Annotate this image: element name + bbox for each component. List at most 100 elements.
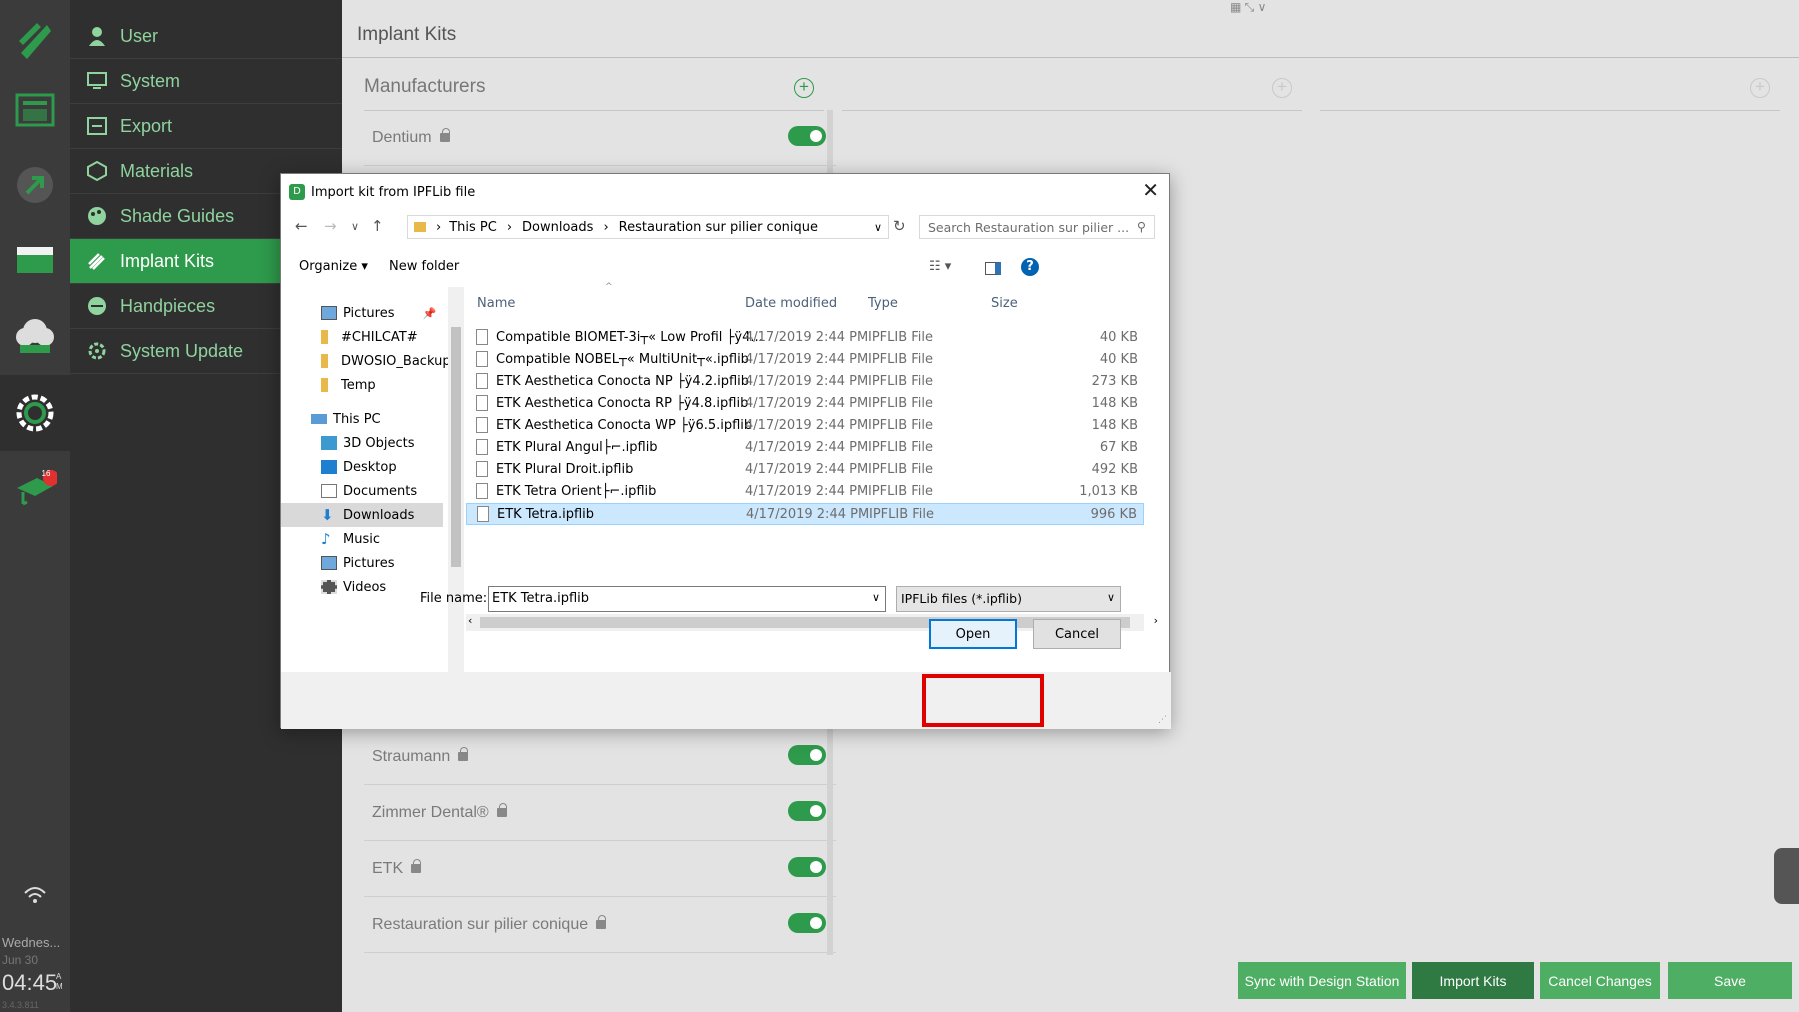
tree-item-this-pc[interactable]: This PC bbox=[311, 407, 381, 431]
tree-item-downloads[interactable]: ⬇ Downloads bbox=[281, 503, 443, 527]
chevron-down-icon[interactable]: ∨ bbox=[1107, 591, 1115, 604]
enable-toggle[interactable] bbox=[788, 745, 826, 765]
breadcrumb-downloads[interactable]: Downloads bbox=[522, 220, 593, 235]
tree-item-temp[interactable]: Temp bbox=[321, 373, 376, 397]
nav-item-export[interactable]: Export bbox=[70, 104, 342, 149]
file-type-select[interactable]: IPFLib files (*.ipflib) ∨ bbox=[896, 586, 1121, 612]
import-kits-button[interactable]: Import Kits bbox=[1412, 962, 1534, 999]
refresh-icon[interactable]: ↻ bbox=[893, 217, 906, 235]
col-date-modified[interactable]: Date modified bbox=[745, 287, 837, 320]
nav-item-user[interactable]: User bbox=[70, 14, 342, 59]
forward-arrow-icon[interactable]: → bbox=[324, 217, 337, 235]
chevron-down-icon[interactable]: ∨ bbox=[872, 591, 880, 604]
back-arrow-icon[interactable]: ← bbox=[295, 217, 308, 235]
nav-label: System bbox=[120, 70, 181, 91]
enable-toggle[interactable] bbox=[788, 857, 826, 877]
open-button[interactable]: Open bbox=[929, 619, 1017, 649]
enable-toggle[interactable] bbox=[788, 913, 826, 933]
scroll-left-icon[interactable]: ‹ bbox=[468, 614, 472, 627]
search-input[interactable]: Search Restauration sur pilier ... ⚲ bbox=[919, 215, 1155, 239]
folder-icon bbox=[321, 354, 328, 368]
col-name[interactable]: Name bbox=[477, 287, 515, 320]
col-type[interactable]: Type bbox=[868, 287, 898, 320]
view-options-icon[interactable]: ☷ ▾ bbox=[929, 259, 951, 274]
file-row[interactable]: Compatible BIOMET-3i┬« Low Profil ├ÿ4...… bbox=[466, 327, 1144, 349]
breadcrumb-this-pc[interactable]: This PC bbox=[449, 220, 497, 235]
settings-gear-icon[interactable] bbox=[0, 375, 70, 451]
side-handle-icon[interactable] bbox=[1774, 848, 1799, 904]
tree-item-dwosio-backup[interactable]: DWOSIO_Backup bbox=[321, 349, 451, 373]
close-icon[interactable]: ✕ bbox=[1142, 178, 1159, 202]
file-row[interactable]: ETK Aesthetica Conocta RP ├ÿ4.8.ipflib 4/… bbox=[466, 393, 1144, 415]
file-size: 492 KB bbox=[1091, 462, 1138, 477]
file-row[interactable]: ETK Tetra Orient├⌐.ipflib 4/17/2019 2:44 … bbox=[466, 481, 1144, 503]
tree-item-music[interactable]: ♪ Music bbox=[321, 527, 380, 551]
organize-menu[interactable]: Organize ▾ bbox=[299, 259, 368, 274]
add-kit-button[interactable]: + bbox=[1272, 78, 1292, 98]
preview-pane-icon[interactable] bbox=[985, 262, 1001, 275]
address-dropdown-icon[interactable]: ∨ bbox=[874, 221, 882, 234]
nav-item-system[interactable]: System bbox=[70, 59, 342, 104]
palette-icon bbox=[86, 205, 108, 227]
sync-button[interactable]: Sync with Design Station bbox=[1238, 962, 1406, 999]
file-row[interactable]: ETK Plural Angul├⌐.ipflib 4/17/2019 2:44 … bbox=[466, 437, 1144, 459]
manufacturer-row[interactable]: Zimmer Dental® bbox=[364, 785, 836, 841]
tree-item-3d-objects[interactable]: 3D Objects bbox=[321, 431, 415, 455]
up-arrow-icon[interactable]: ↑ bbox=[371, 217, 384, 235]
col-size[interactable]: Size bbox=[991, 287, 1018, 320]
machine-icon[interactable] bbox=[0, 230, 70, 290]
divider bbox=[1320, 110, 1780, 111]
manufacturer-row[interactable]: Dentium bbox=[364, 110, 836, 166]
tree-item-pictures[interactable]: Pictures bbox=[321, 551, 394, 575]
cancel-button[interactable]: Cancel bbox=[1033, 619, 1121, 649]
file-size: 1,013 KB bbox=[1079, 484, 1138, 499]
export-arrow-icon[interactable] bbox=[0, 155, 70, 215]
tree-scroll-thumb[interactable] bbox=[451, 327, 461, 567]
save-button[interactable]: Save bbox=[1668, 962, 1792, 999]
manufacturer-row[interactable]: ETK bbox=[364, 841, 836, 897]
import-file-dialog: D Import kit from IPFLib file ✕ ← → ∨ ↑ … bbox=[280, 173, 1171, 729]
file-row[interactable]: ETK Tetra.ipflib 4/17/2019 2:44 PM IPFLIB … bbox=[466, 503, 1144, 525]
add-item-button[interactable]: + bbox=[1750, 78, 1770, 98]
resize-grip-icon[interactable]: ⋰ bbox=[1158, 715, 1167, 725]
file-name: ETK Aesthetica Conocta NP ├ÿ4.2.ipflib bbox=[496, 374, 750, 389]
file-icon bbox=[477, 506, 489, 522]
cloud-icon[interactable] bbox=[0, 305, 70, 365]
nav-label: Materials bbox=[120, 160, 194, 181]
file-row[interactable]: ETK Plural Droit.ipflib 4/17/2019 2:44 PM… bbox=[466, 459, 1144, 481]
recent-chevron-icon[interactable]: ∨ bbox=[351, 220, 359, 233]
file-name: Compatible NOBEL┬« MultiUnit┬«.ipflib bbox=[496, 352, 749, 367]
address-bar[interactable]: › This PC › Downloads › Restauration sur… bbox=[407, 215, 889, 239]
file-name-input[interactable]: ETK Tetra.ipflib ∨ bbox=[488, 586, 886, 612]
enable-toggle[interactable] bbox=[788, 801, 826, 821]
file-type: IPFLIB File bbox=[868, 396, 934, 411]
graduation-icon[interactable]: 16 bbox=[0, 460, 70, 520]
breadcrumb-folder[interactable]: Restauration sur pilier conique bbox=[619, 220, 818, 235]
tree-item-documents[interactable]: Documents bbox=[321, 479, 417, 503]
scroll-right-icon[interactable]: › bbox=[1154, 614, 1158, 627]
tree-item-chilcat[interactable]: #CHILCAT# bbox=[321, 325, 418, 349]
help-icon[interactable]: ? bbox=[1021, 258, 1039, 276]
enable-toggle[interactable] bbox=[788, 126, 826, 146]
window-controls-icon[interactable]: ▦ ⤡ ∨ bbox=[1230, 0, 1282, 18]
tree-item-videos[interactable]: Videos bbox=[321, 575, 386, 599]
tree-item-pictures-quick[interactable]: Pictures 📌 bbox=[321, 301, 436, 325]
manufacturer-row[interactable]: Restauration sur pilier conique bbox=[364, 897, 836, 953]
design-station-icon[interactable] bbox=[0, 80, 70, 140]
file-row[interactable]: Compatible NOBEL┬« MultiUnit┬«.ipflib 4/1… bbox=[466, 349, 1144, 371]
tree-item-desktop[interactable]: Desktop bbox=[321, 455, 397, 479]
file-type: IPFLIB File bbox=[868, 330, 934, 345]
file-row[interactable]: ETK Aesthetica Conocta WP ├ÿ6.5.ipflib 4/… bbox=[466, 415, 1144, 437]
cancel-changes-button[interactable]: Cancel Changes bbox=[1540, 962, 1660, 999]
pictures-icon bbox=[321, 306, 337, 320]
top-bar: Implant Kits ▦ ⤡ ∨ bbox=[342, 0, 1799, 58]
tree-scrollbar[interactable] bbox=[448, 287, 464, 672]
search-icon: ⚲ bbox=[1136, 219, 1146, 234]
new-folder-button[interactable]: New folder bbox=[389, 259, 459, 274]
folder-icon bbox=[321, 330, 328, 344]
manufacturer-row[interactable]: Straumann bbox=[364, 729, 836, 785]
clock-ampm-a: A bbox=[56, 972, 62, 981]
file-row[interactable]: ETK Aesthetica Conocta NP ├ÿ4.2.ipflib 4/… bbox=[466, 371, 1144, 393]
download-arrow-icon: ⬇ bbox=[321, 506, 334, 524]
add-manufacturer-button[interactable]: + bbox=[794, 78, 814, 98]
